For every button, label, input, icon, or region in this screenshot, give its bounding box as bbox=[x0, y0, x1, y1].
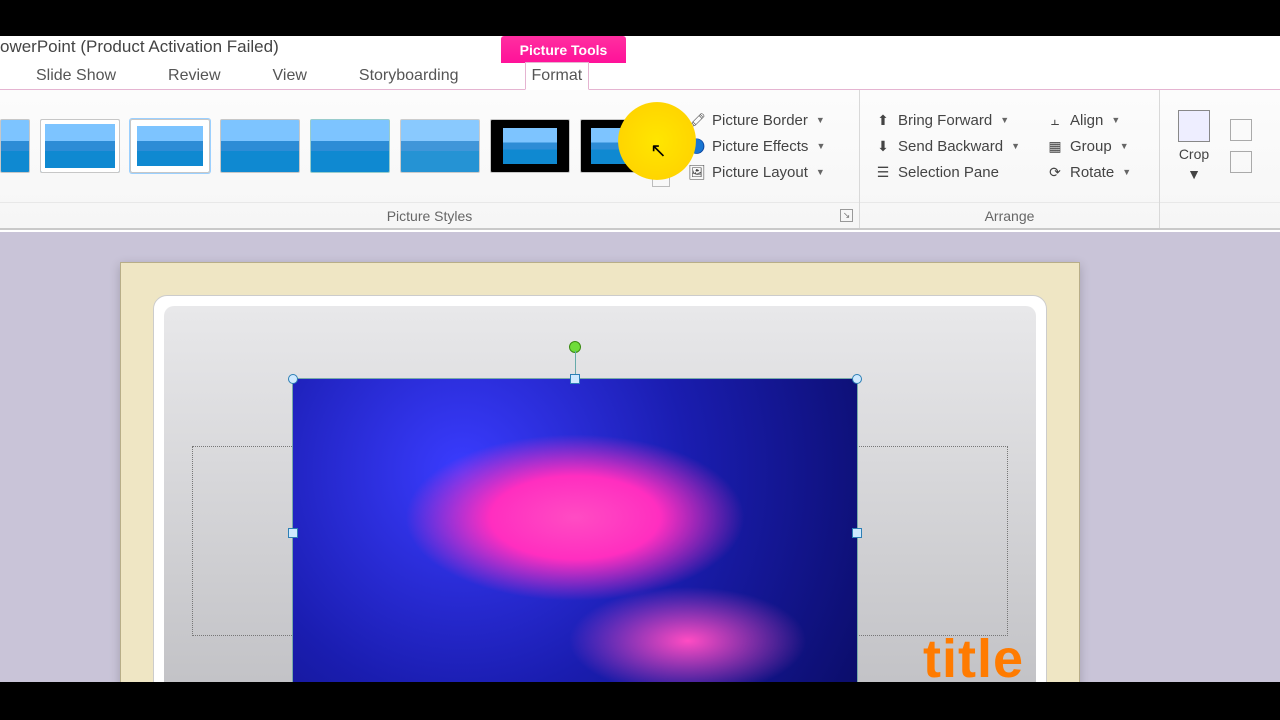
rotate-button[interactable]: ⟳ Rotate ▼ bbox=[1040, 161, 1137, 183]
height-icon bbox=[1230, 119, 1252, 141]
send-backward-button[interactable]: ⬇ Send Backward ▼ bbox=[868, 135, 1026, 157]
button-label: Crop bbox=[1179, 146, 1209, 162]
button-label: Bring Forward bbox=[898, 112, 992, 129]
button-label: Picture Layout bbox=[712, 164, 808, 181]
button-label: Rotate bbox=[1070, 164, 1114, 181]
title-placeholder-text[interactable]: title bbox=[923, 628, 1024, 682]
tab-format[interactable]: Format bbox=[525, 62, 590, 90]
align-button[interactable]: ⫠ Align ▼ bbox=[1040, 109, 1137, 131]
tab-storyboarding[interactable]: Storyboarding bbox=[353, 63, 465, 89]
slide[interactable]: title bbox=[120, 262, 1080, 682]
mouse-cursor: ↖ bbox=[650, 138, 667, 163]
tab-review[interactable]: Review bbox=[162, 63, 226, 89]
ribbon-tabs: Slide Show Review View Storyboarding For… bbox=[0, 58, 1280, 90]
button-label: Picture Border bbox=[712, 112, 808, 129]
contextual-tab-picture-tools: Picture Tools bbox=[501, 36, 626, 63]
bring-forward-button[interactable]: ⬆ Bring Forward ▼ bbox=[868, 109, 1026, 131]
button-label: Selection Pane bbox=[898, 164, 999, 181]
picture-border-icon: 🖍 bbox=[688, 111, 706, 129]
picture-style-thumb[interactable] bbox=[40, 119, 120, 173]
selection-pane-button[interactable]: ☰ Selection Pane bbox=[868, 161, 1026, 183]
resize-handle-e[interactable] bbox=[852, 528, 862, 538]
selection-pane-icon: ☰ bbox=[874, 163, 892, 181]
picture-effects-button[interactable]: 🔵 Picture Effects ▼ bbox=[682, 135, 831, 157]
button-label: Send Backward bbox=[898, 138, 1003, 155]
chevron-down-icon: ▼ bbox=[1011, 141, 1020, 151]
picture-border-button[interactable]: 🖍 Picture Border ▼ bbox=[682, 109, 831, 131]
selected-picture[interactable] bbox=[292, 378, 858, 682]
send-backward-icon: ⬇ bbox=[874, 137, 892, 155]
rotate-icon: ⟳ bbox=[1046, 163, 1064, 181]
picture-style-thumb[interactable] bbox=[490, 119, 570, 173]
picture-style-thumb[interactable] bbox=[130, 119, 210, 173]
chevron-down-icon: ▼ bbox=[1120, 141, 1129, 151]
crop-button[interactable]: Crop ▼ bbox=[1168, 106, 1220, 186]
picture-style-thumb[interactable] bbox=[310, 119, 390, 173]
group-label: Arrange bbox=[985, 208, 1035, 224]
picture-style-thumb[interactable] bbox=[0, 119, 30, 173]
chevron-down-icon: ▼ bbox=[816, 167, 825, 177]
group-icon: ▦ bbox=[1046, 137, 1064, 155]
tab-slide-show[interactable]: Slide Show bbox=[30, 63, 122, 89]
picture-style-thumb[interactable] bbox=[220, 119, 300, 173]
dialog-launcher-icon[interactable]: ↘ bbox=[840, 209, 853, 222]
tab-view[interactable]: View bbox=[267, 63, 313, 89]
group-button[interactable]: ▦ Group ▼ bbox=[1040, 135, 1137, 157]
window-title: owerPoint (Product Activation Failed) bbox=[0, 36, 1280, 58]
chevron-down-icon: ▼ bbox=[1187, 166, 1201, 182]
align-icon: ⫠ bbox=[1046, 111, 1064, 129]
resize-handle-n[interactable] bbox=[570, 374, 580, 384]
resize-handle-ne[interactable] bbox=[852, 374, 862, 384]
picture-effects-icon: 🔵 bbox=[688, 137, 706, 155]
chevron-down-icon: ▼ bbox=[816, 115, 825, 125]
width-icon bbox=[1230, 151, 1252, 173]
slide-canvas[interactable]: title bbox=[0, 232, 1280, 682]
button-label: Group bbox=[1070, 138, 1112, 155]
gallery-up-button[interactable]: ▲ bbox=[652, 105, 670, 131]
chevron-down-icon: ▼ bbox=[1122, 167, 1131, 177]
chevron-down-icon: ▼ bbox=[1111, 115, 1120, 125]
picture-style-thumb[interactable] bbox=[580, 119, 646, 173]
ribbon: ▲ ▼ ▾ 🖍 Picture Border ▼ 🔵 Picture Effec… bbox=[0, 90, 1280, 230]
crop-icon bbox=[1178, 110, 1210, 142]
button-label: Picture Effects bbox=[712, 138, 808, 155]
chevron-down-icon: ▼ bbox=[1000, 115, 1009, 125]
picture-style-thumb[interactable] bbox=[400, 119, 480, 173]
chevron-down-icon: ▼ bbox=[816, 141, 825, 151]
group-label: Picture Styles bbox=[387, 208, 473, 224]
picture-layout-icon: 🖼 bbox=[688, 163, 706, 181]
button-label: Align bbox=[1070, 112, 1103, 129]
picture-layout-button[interactable]: 🖼 Picture Layout ▼ bbox=[682, 161, 831, 183]
resize-handle-nw[interactable] bbox=[288, 374, 298, 384]
gallery-more-button[interactable]: ▾ bbox=[652, 161, 670, 187]
bring-forward-icon: ⬆ bbox=[874, 111, 892, 129]
resize-handle-w[interactable] bbox=[288, 528, 298, 538]
